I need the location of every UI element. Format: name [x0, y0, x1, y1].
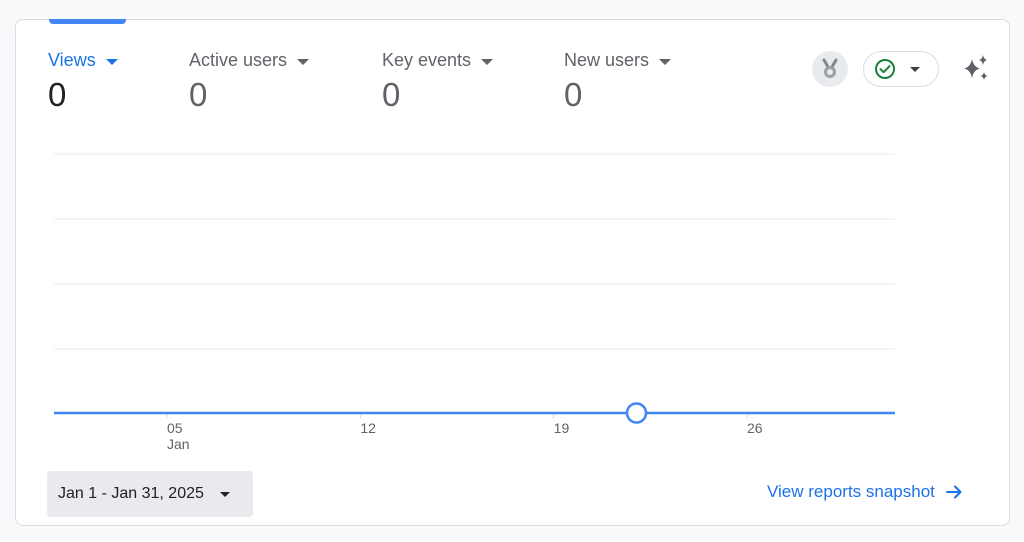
chart-gridlines — [54, 153, 895, 350]
x-tick-label: 12 — [360, 420, 376, 436]
x-tick-label: 05 — [167, 420, 183, 436]
x-tick-month-label: Jan — [167, 436, 190, 452]
views-line-chart: 05Jan 12 19 26 — [54, 153, 895, 452]
view-reports-snapshot-link[interactable]: View reports snapshot — [767, 482, 963, 502]
date-range-selector[interactable]: Jan 1 - Jan 31, 2025 — [47, 471, 253, 517]
highlighted-data-point[interactable] — [625, 402, 648, 424]
snapshot-link-label: View reports snapshot — [767, 482, 935, 501]
x-tick-label: 19 — [554, 420, 570, 436]
caret-down-icon — [219, 491, 230, 497]
date-range-label: Jan 1 - Jan 31, 2025 — [58, 485, 204, 502]
x-tick-label: 26 — [747, 420, 763, 436]
overview-card: Views 0 Active users 0 Key events 0 New … — [15, 19, 1010, 526]
arrow-right-icon — [945, 485, 962, 499]
x-axis-ticks: 05Jan 12 19 26 — [166, 413, 763, 452]
